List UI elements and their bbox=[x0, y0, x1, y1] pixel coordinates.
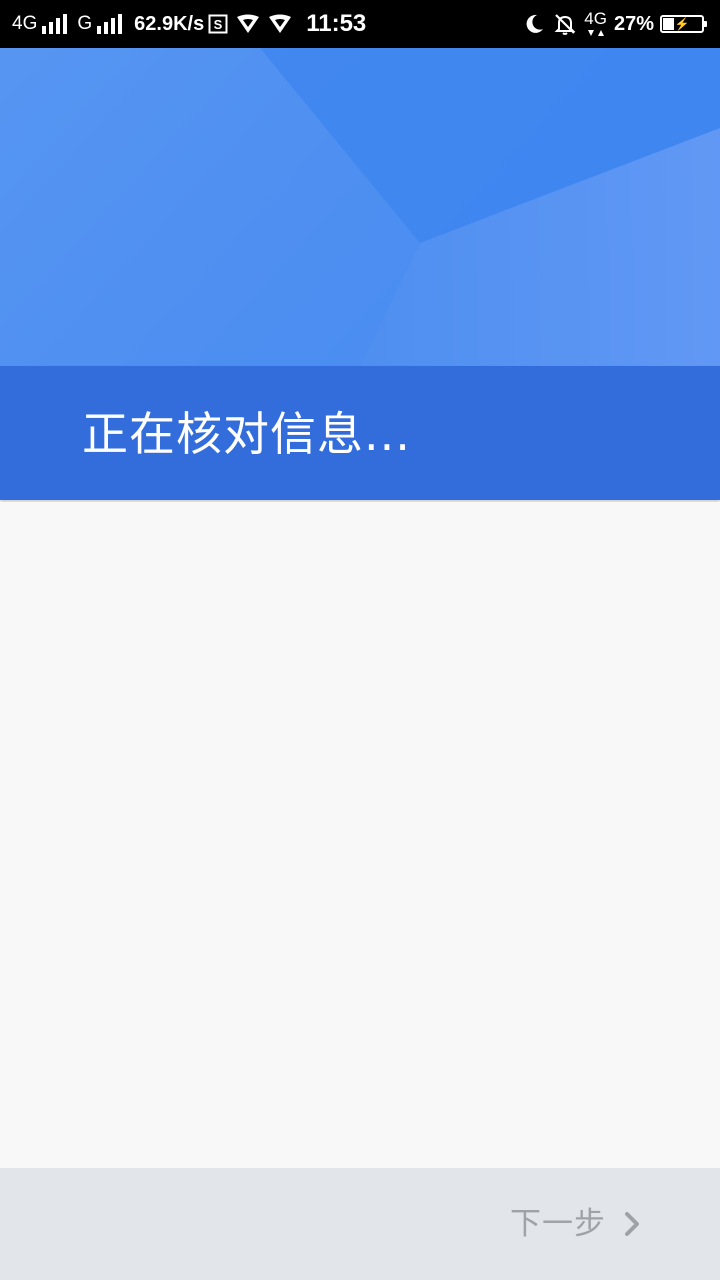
charging-bolt-icon: ⚡ bbox=[674, 17, 690, 31]
network-type-1: 4G bbox=[12, 13, 38, 34]
header-background bbox=[0, 48, 720, 366]
network-type-2: G bbox=[77, 13, 93, 34]
vpn-shield-icon bbox=[236, 14, 260, 34]
data-arrows-icon bbox=[587, 28, 605, 38]
signal-bars-icon bbox=[41, 14, 68, 34]
network-speed: 62.9K/s bbox=[134, 13, 205, 35]
header-decoration bbox=[0, 48, 720, 366]
next-step-button[interactable]: 下一步 bbox=[510, 1202, 640, 1246]
vpn-shield-icon bbox=[268, 14, 292, 34]
status-bar-left: 4G G 62.9K/s S 11:53 bbox=[12, 0, 366, 48]
status-bar-right: 4G 27% ⚡ bbox=[519, 0, 708, 48]
page-title: 正在核对信息... bbox=[82, 407, 411, 461]
bottom-navigation-bar: 下一步 bbox=[0, 1168, 720, 1280]
chevron-right-icon bbox=[624, 1211, 640, 1237]
title-band: 正在核对信息... bbox=[0, 366, 720, 500]
signal-bars-icon bbox=[96, 14, 123, 34]
s-box-icon: S bbox=[208, 14, 228, 34]
next-step-label: 下一步 bbox=[510, 1206, 606, 1242]
content-area bbox=[0, 502, 720, 1168]
bell-off-icon bbox=[553, 12, 577, 36]
clock: 11:53 bbox=[306, 10, 367, 37]
moon-icon bbox=[523, 13, 545, 35]
data-type: 4G bbox=[584, 9, 607, 28]
battery-percent: 27% bbox=[613, 13, 654, 35]
battery-charging-icon: ⚡ bbox=[660, 15, 707, 33]
status-bar: 4G G 62.9K/s S 11:53 4G 27% ⚡ bbox=[0, 0, 720, 48]
svg-text:S: S bbox=[214, 17, 223, 32]
data-indicator: 4G bbox=[584, 10, 607, 38]
